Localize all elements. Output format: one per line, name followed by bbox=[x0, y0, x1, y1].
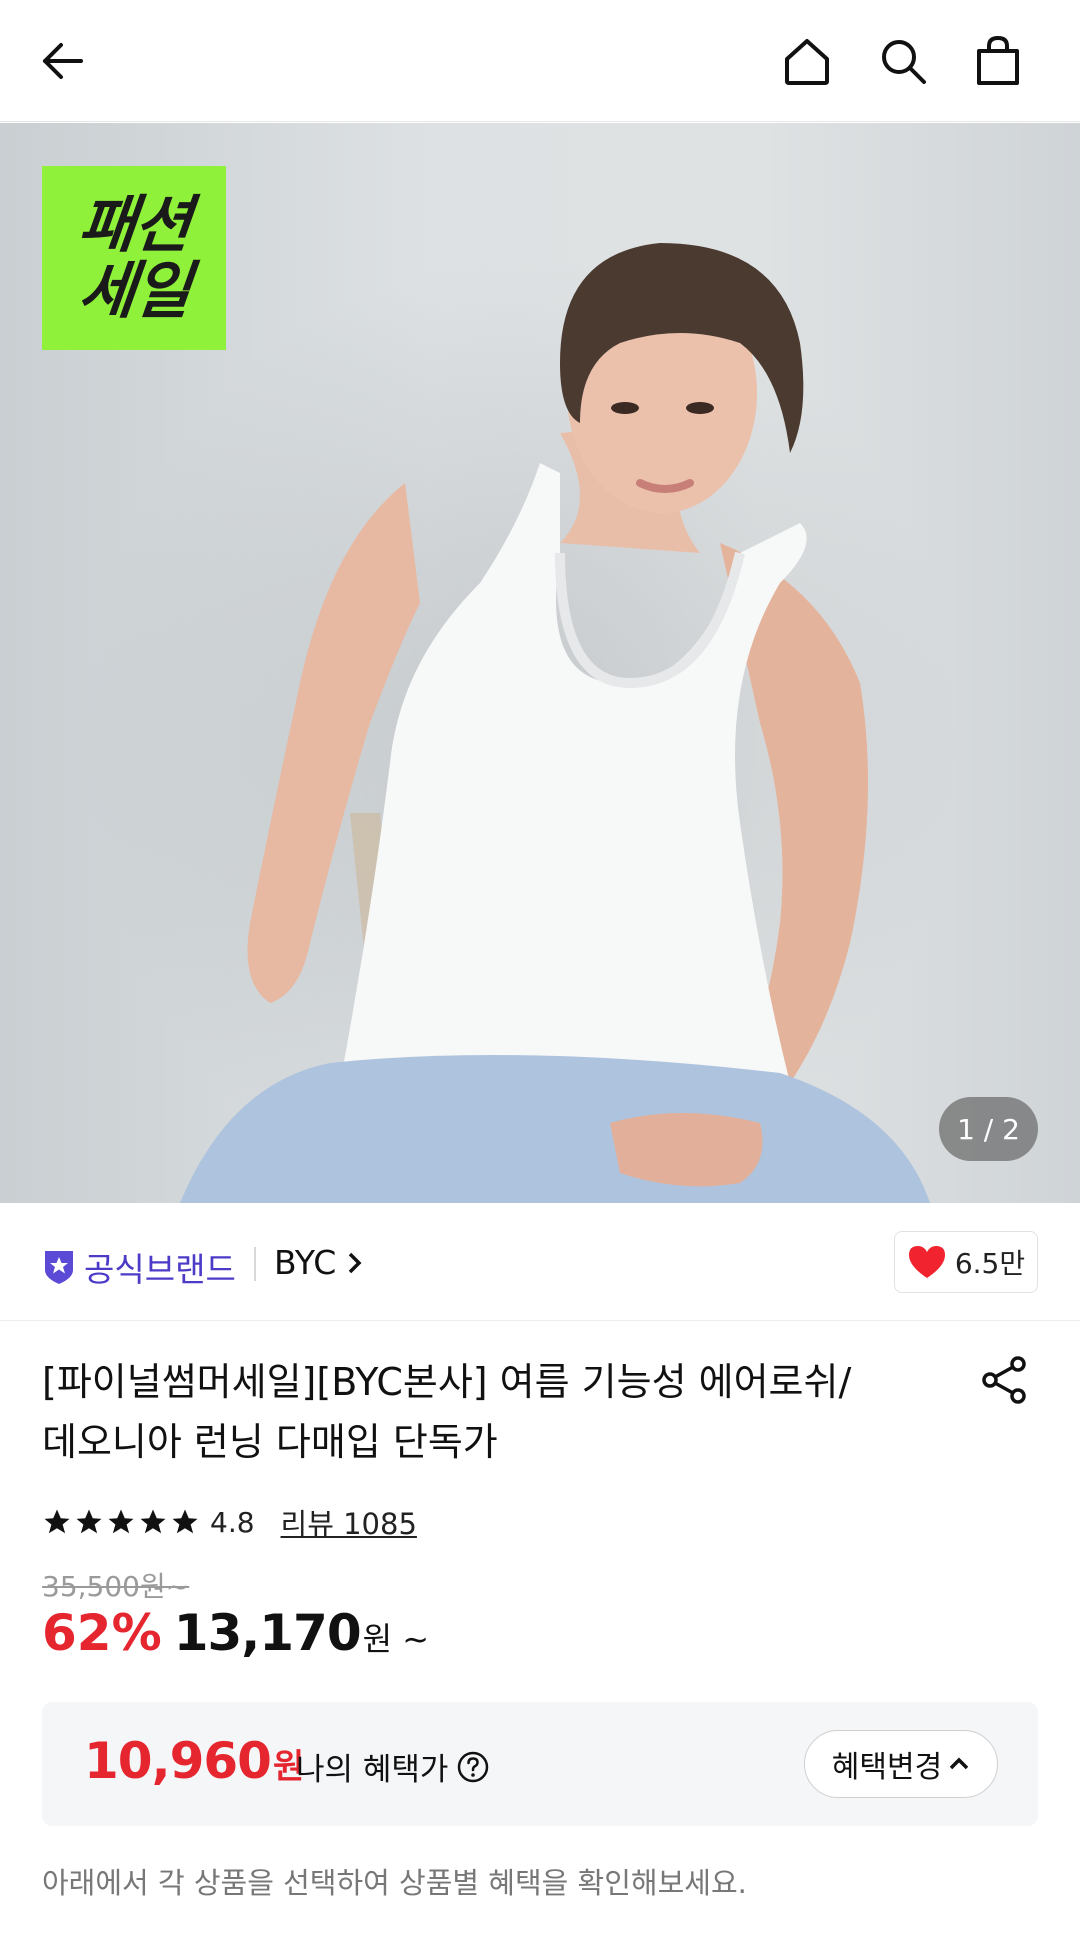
product-title: [파이널썸머세일][BYC본사] 여름 기능성 에어로쉬/ 데오니아 런닝 다매… bbox=[42, 1352, 942, 1472]
sale-price-unit: 원 ~ bbox=[362, 1620, 430, 1658]
chevron-up-icon bbox=[949, 1757, 969, 1770]
fashion-sale-badge: 패션 세일 bbox=[42, 166, 226, 350]
star-icon bbox=[172, 1509, 198, 1534]
image-page-counter: 1 / 2 bbox=[939, 1097, 1038, 1161]
home-icon bbox=[785, 39, 829, 85]
arrow-left-icon bbox=[43, 43, 83, 79]
brand-row: 공식브랜드 BYC 6.5만 bbox=[0, 1203, 1080, 1321]
badge-line-1: 패션 bbox=[75, 188, 193, 261]
star-icon bbox=[76, 1509, 102, 1534]
review-count-link[interactable]: 리뷰 1085 bbox=[281, 1501, 417, 1543]
sale-price: 13,170 bbox=[173, 1604, 362, 1662]
share-button[interactable] bbox=[976, 1352, 1032, 1408]
like-button[interactable]: 6.5만 bbox=[894, 1231, 1038, 1293]
my-benefit-price-box: 10,960 원 나의 혜택가 혜택변경 bbox=[42, 1702, 1038, 1826]
brand-link[interactable]: BYC bbox=[274, 1243, 364, 1282]
search-button[interactable] bbox=[867, 25, 939, 97]
top-app-bar bbox=[0, 0, 1080, 122]
change-benefit-label: 혜택변경 bbox=[831, 1750, 943, 1785]
brand-name: BYC bbox=[274, 1243, 337, 1282]
share-icon bbox=[982, 1356, 1026, 1404]
product-title-line-2: 데오니아 런닝 다매입 단독가 bbox=[42, 1420, 498, 1464]
home-button[interactable] bbox=[771, 25, 843, 97]
official-brand-label: 공식브랜드 bbox=[84, 1250, 236, 1289]
cart-button[interactable] bbox=[962, 25, 1034, 97]
benefit-price-value: 10,960 bbox=[84, 1732, 272, 1790]
star-icon bbox=[108, 1509, 134, 1534]
chevron-right-icon bbox=[348, 1252, 362, 1273]
help-icon[interactable] bbox=[456, 1750, 490, 1784]
divider bbox=[254, 1247, 256, 1281]
back-button[interactable] bbox=[27, 25, 99, 97]
search-icon bbox=[882, 40, 926, 84]
discount-rate: 62% bbox=[42, 1604, 162, 1662]
official-brand-tag[interactable]: 공식브랜드 bbox=[42, 1243, 236, 1291]
rating-row: 4.8 리뷰 1085 bbox=[42, 1500, 417, 1544]
change-benefit-button[interactable]: 혜택변경 bbox=[804, 1730, 998, 1798]
shield-star-icon bbox=[45, 1251, 73, 1284]
heart-icon bbox=[908, 1246, 945, 1278]
benefit-price: 10,960 원 bbox=[84, 1732, 304, 1790]
star-icon bbox=[140, 1509, 166, 1534]
product-image-carousel[interactable]: 패션 세일 1 / 2 bbox=[0, 123, 1080, 1203]
badge-line-2: 세일 bbox=[75, 254, 193, 327]
original-price: 35,500원~ bbox=[42, 1570, 190, 1603]
star-icon bbox=[44, 1509, 70, 1534]
benefit-label-text: 나의 혜택가 bbox=[296, 1752, 449, 1788]
shopping-bag-icon bbox=[977, 36, 1019, 85]
product-title-line-1: [파이널썸머세일][BYC본사] 여름 기능성 에어로쉬/ bbox=[42, 1360, 852, 1404]
rating-value: 4.8 bbox=[210, 1505, 255, 1539]
like-count: 6.5만 bbox=[954, 1247, 1026, 1280]
benefit-label: 나의 혜택가 bbox=[296, 1744, 490, 1789]
star-rating bbox=[42, 1507, 200, 1537]
benefit-notice: 아래에서 각 상품을 선택하여 상품별 혜택을 확인해보세요. bbox=[42, 1866, 747, 1900]
price-row: 62% 13,170 원 ~ bbox=[42, 1604, 429, 1662]
